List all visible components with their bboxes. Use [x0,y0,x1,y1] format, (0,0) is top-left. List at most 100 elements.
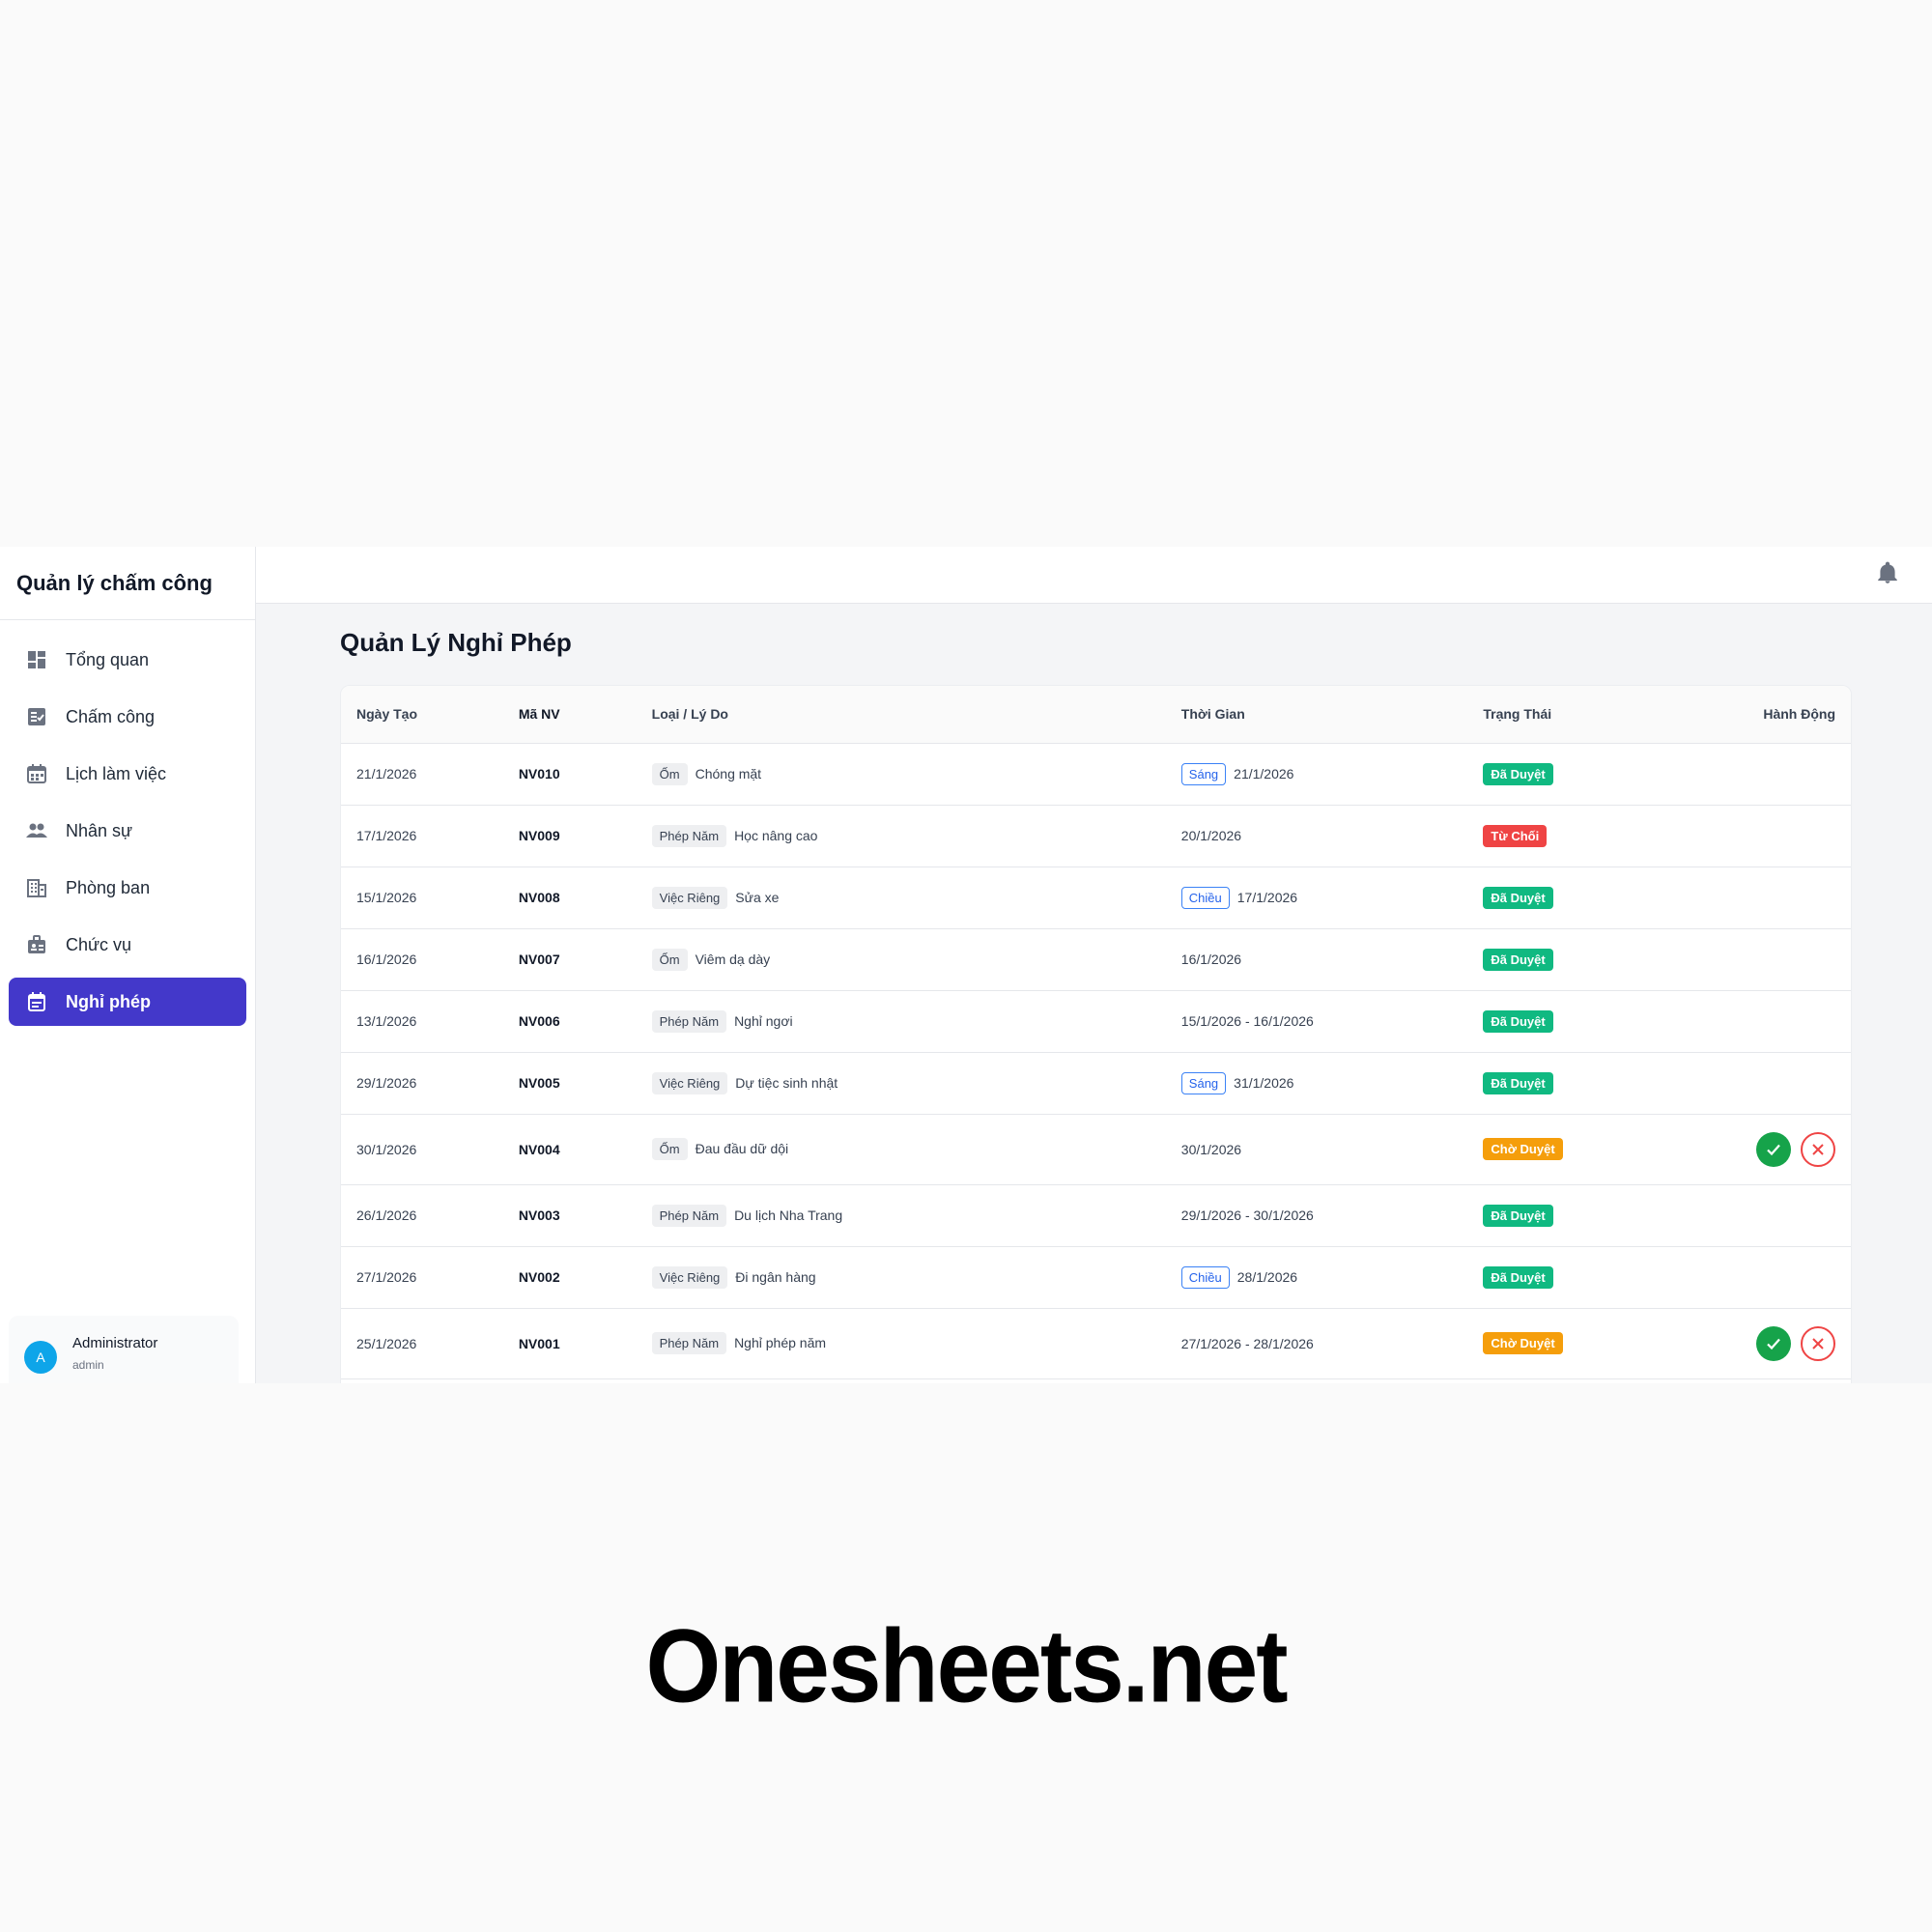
status-cell: Đã Duyệt [1483,1246,1716,1309]
time-cell: 30/1/2026 [1180,1114,1484,1185]
status-cell: Đã Duyệt [1483,743,1716,806]
column-header-employee[interactable]: Mã NV [518,686,652,744]
status-badge: Từ Chối [1483,824,1548,847]
sidebar-item-label: Chức vụ [66,934,132,954]
close-icon [1812,1143,1824,1155]
user-info: Administrator admin [72,1333,157,1383]
sidebar-item-chuc-vu[interactable]: Chức vụ [9,921,246,969]
approve-button[interactable] [1756,1131,1791,1167]
sidebar-item-label: Nhân sự [66,820,133,840]
column-header-type-reason[interactable]: Loại / Lý Do [651,686,1181,744]
leave-reason: Học nâng cao [734,827,818,843]
check-icon [1767,1338,1780,1350]
column-header-time[interactable]: Thời Gian [1180,686,1484,744]
table-row: 15/1/2026 NV008 Việc Riêng Sửa xe Chiều 17/1/… [341,867,1851,929]
created-date: 21/1/2026 [341,743,519,806]
leave-reason: Đi ngân hàng [735,1268,816,1285]
type-reason-cell: Ốm Viêm dạ dày [651,928,1181,991]
leave-time: 21/1/2026 [1234,765,1294,781]
sidebar-nav: Tổng quan Chấm công Lịch làm việc Nhân s… [0,620,255,1026]
table-row: 25/1/2026 NV001 Phép Năm Nghỉ phép năm 27/1/… [341,1308,1851,1379]
shift-tag: Chiều [1180,1265,1230,1289]
actions-cell [1715,1246,1851,1309]
leave-table-card: Ngày Tạo Mã NV Loại / Lý Do Thời Gian Tr… [340,685,1852,1383]
type-reason-cell: Phép Năm Du lịch Nha Trang [651,1184,1181,1247]
created-date: 16/1/2026 [341,928,519,991]
status-badge: Đã Duyệt [1483,1071,1553,1094]
bell-icon[interactable] [1875,560,1900,585]
status-cell: Đã Duyệt [1483,990,1716,1053]
employee-id: NV004 [518,1114,652,1185]
leave-time: 17/1/2026 [1236,889,1298,905]
leave-type-tag: Việc Riêng [651,1265,728,1289]
column-header-actions: Hành Động [1715,686,1851,744]
sidebar-item-phong-ban[interactable]: Phòng ban [9,864,246,912]
actions-cell [1715,867,1851,929]
people-icon [26,820,47,841]
leave-time: 16/1/2026 [1180,952,1242,967]
sidebar-item-tong-quan[interactable]: Tổng quan [9,636,246,684]
page-title: Quản Lý Nghỉ Phép [340,628,572,657]
status-cell: Chờ Duyệt [1483,1114,1716,1185]
sidebar-item-nhan-su[interactable]: Nhân sự [9,807,246,855]
dashboard-icon [26,649,47,670]
actions-cell [1715,1052,1851,1115]
checklist-icon [26,706,47,727]
employee-id: NV006 [518,990,652,1053]
created-date: 15/1/2026 [341,867,519,929]
table-row: 29/1/2026 NV005 Việc Riêng Dự tiệc sinh nhậ… [341,1052,1851,1115]
shift-tag: Sáng [1180,762,1227,785]
leave-reason: Sửa xe [735,889,780,905]
reject-button[interactable] [1801,1131,1835,1167]
status-cell: Đã Duyệt [1483,928,1716,991]
leave-time: 27/1/2026 - 28/1/2026 [1180,1335,1314,1351]
approve-button[interactable] [1756,1325,1791,1361]
leave-calendar-icon [26,991,47,1012]
time-cell: 15/1/2026 - 16/1/2026 [1180,990,1484,1053]
leave-time: 28/1/2026 [1236,1268,1298,1285]
status-badge: Chờ Duyệt [1483,1138,1563,1160]
reject-button[interactable] [1801,1325,1835,1361]
app-window: Quản lý chấm công Tổng quan Chấm công Lị… [0,547,1932,1383]
type-reason-cell: Việc Riêng Sửa xe [651,867,1181,929]
table-row: 13/1/2026 NV006 Phép Năm Nghỉ ngơi 15/1/2026… [341,990,1851,1053]
row-actions [1756,1131,1835,1167]
sidebar-item-nghi-phep[interactable]: Nghỉ phép [9,978,246,1026]
shift-tag: Chiều [1180,886,1230,909]
status-badge: Đã Duyệt [1483,1265,1553,1289]
watermark-text: Onesheets.net [645,1607,1288,1725]
leave-type-tag: Phép Năm [651,1332,727,1354]
user-card[interactable]: A Administrator admin [9,1316,239,1383]
column-header-created[interactable]: Ngày Tạo [341,686,519,744]
type-reason-cell: Phép Năm Nghỉ phép năm [651,1308,1181,1379]
leave-reason: Du lịch Nha Trang [734,1207,843,1223]
created-date: 27/1/2026 [341,1246,519,1309]
created-date: 30/1/2026 [341,1114,519,1185]
table-row: 30/1/2026 NV004 Ốm Đau đầu dữ dội 30/1/2026 C… [341,1114,1851,1185]
sidebar-item-cham-cong[interactable]: Chấm công [9,693,246,741]
table-row: 26/1/2026 NV003 Phép Năm Du lịch Nha Trang 2… [341,1184,1851,1247]
sidebar-item-label: Tổng quan [66,649,150,669]
check-icon [1767,1144,1780,1155]
status-badge: Đã Duyệt [1483,762,1553,785]
created-date: 13/1/2026 [341,990,519,1053]
employee-id: NV003 [518,1184,652,1247]
type-reason-cell: Phép Năm Học nâng cao [651,805,1181,867]
type-reason-cell: Phép Năm Nghỉ ngơi [651,990,1181,1053]
sidebar: Quản lý chấm công Tổng quan Chấm công Lị… [0,547,256,1383]
status-badge: Đã Duyệt [1483,886,1553,909]
time-cell: Chiều 17/1/2026 [1180,867,1484,929]
status-cell: Đã Duyệt [1483,867,1716,929]
sidebar-item-lich-lam-viec[interactable]: Lịch làm việc [9,750,246,798]
user-role: admin [72,1358,104,1372]
leave-table: Ngày Tạo Mã NV Loại / Lý Do Thời Gian Tr… [341,686,1851,1379]
shift-tag: Sáng [1180,1071,1227,1094]
table-row: 16/1/2026 NV007 Ốm Viêm dạ dày 16/1/2026 Đã D… [341,928,1851,991]
leave-reason: Đau đầu dữ dội [695,1141,789,1156]
column-header-status[interactable]: Trạng Thái [1483,686,1716,744]
created-date: 17/1/2026 [341,805,519,867]
created-date: 25/1/2026 [341,1308,519,1379]
created-date: 29/1/2026 [341,1052,519,1115]
status-badge: Đã Duyệt [1483,948,1553,971]
status-badge: Đã Duyệt [1483,1204,1553,1227]
